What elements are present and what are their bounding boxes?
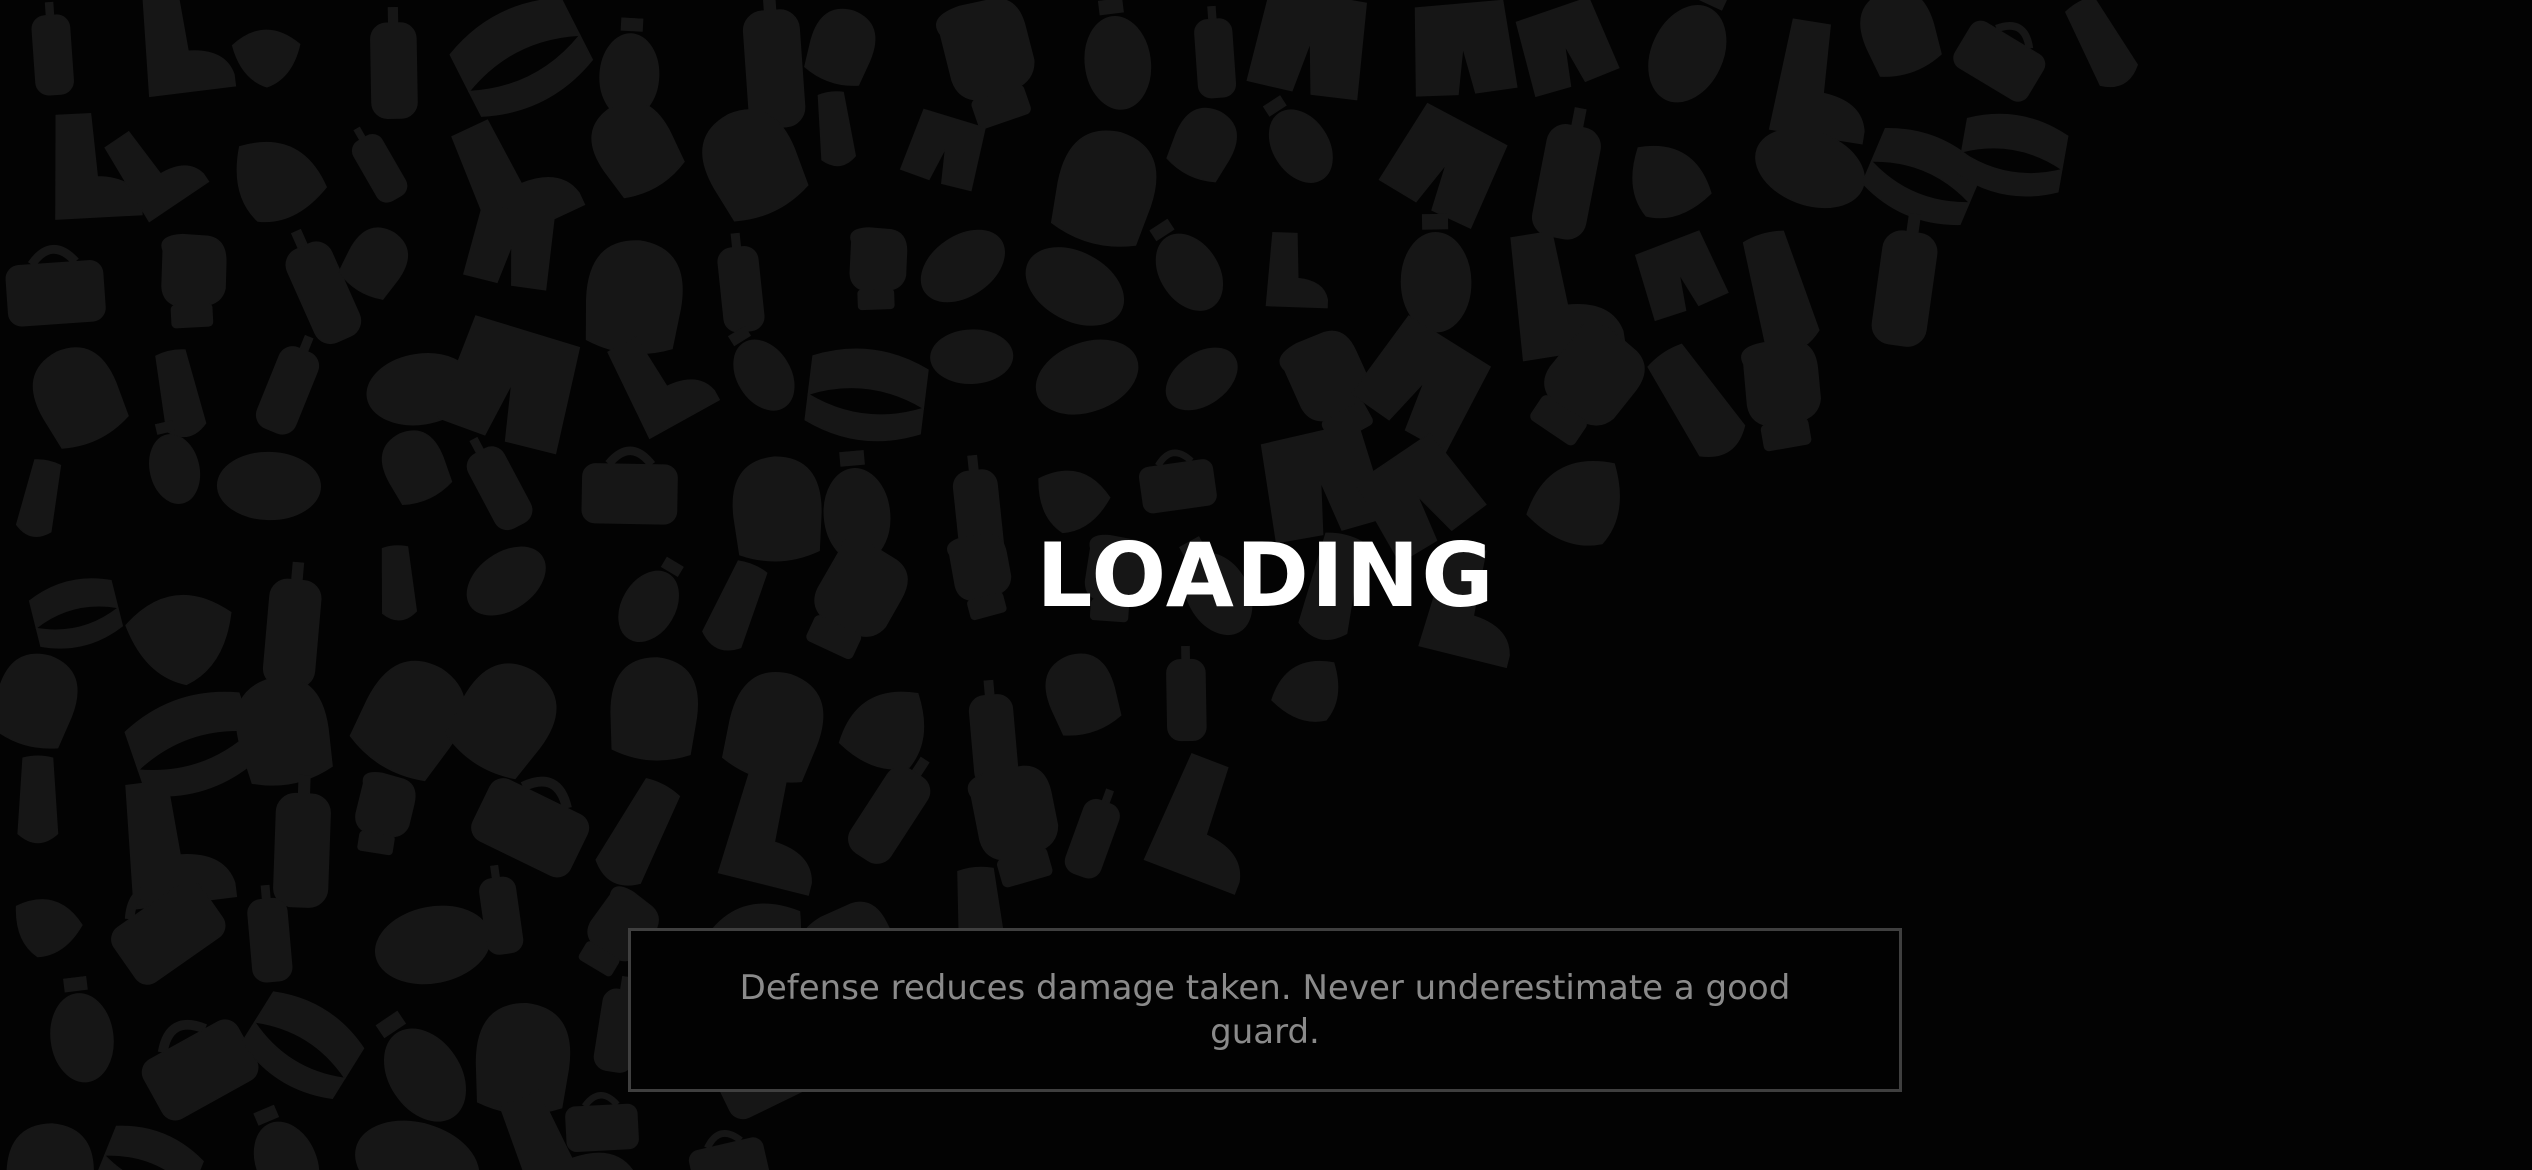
speed-bag-icon (1133, 208, 1237, 324)
headgear-icon (1036, 644, 1127, 743)
tip-box: Defense reduces damage taken. Never unde… (628, 928, 1902, 1092)
speed-bag-icon (1399, 212, 1473, 333)
headgear-icon (0, 643, 88, 757)
speed-bag-icon (1633, 0, 1750, 115)
headgear-icon (19, 333, 136, 458)
punching-bag-icon (1192, 4, 1237, 100)
headgear-icon (607, 654, 702, 764)
shin-guard-icon (813, 89, 857, 169)
championship-belt-icon (344, 1106, 490, 1170)
championship-belt-icon (929, 328, 1015, 386)
gym-bag-icon (685, 1125, 772, 1170)
shin-guard-icon (1735, 226, 1823, 358)
punching-bag-icon (1165, 645, 1207, 742)
hand-wrap-icon (92, 1116, 208, 1170)
headgear-icon (436, 646, 574, 789)
boxing-shoe-icon (136, 0, 237, 98)
shin-guard-icon (17, 755, 59, 844)
fight-shorts-icon (1408, 0, 1518, 99)
championship-belt-icon (1012, 231, 1138, 342)
punching-bag-icon (251, 328, 329, 439)
gym-bag-icon (565, 1093, 639, 1152)
fight-shorts-icon (1349, 311, 1498, 455)
shin-guard-icon (590, 773, 687, 894)
championship-belt-icon (368, 896, 498, 994)
gym-bag-icon (1949, 7, 2055, 106)
mouthguard-icon (213, 127, 336, 242)
headgear-icon (1044, 119, 1168, 256)
punching-bag-icon (714, 230, 766, 334)
punching-bag-icon (1869, 209, 1943, 350)
headgear-icon (1161, 97, 1247, 189)
boxing-shoe-icon (717, 764, 836, 896)
shin-guard-icon (1640, 337, 1752, 467)
fight-shorts-icon (1510, 0, 1621, 99)
boxing-glove-icon (349, 769, 419, 858)
speed-bag-icon (43, 973, 119, 1086)
headgear-icon (4, 1121, 96, 1170)
punching-bag-icon (1528, 102, 1608, 243)
loading-screen: LOADING Defense reduces damage taken. Ne… (0, 0, 2532, 1170)
speed-bag-icon (1077, 0, 1157, 114)
fight-shorts-icon (1630, 228, 1730, 323)
headgear-icon (1849, 0, 1948, 85)
gym-bag-icon (582, 450, 678, 524)
fight-shorts-icon (434, 312, 588, 457)
tip-text: Defense reduces damage taken. Never unde… (739, 968, 1791, 1052)
speed-bag-icon (235, 1096, 332, 1170)
gym-bag-icon (467, 760, 600, 882)
fight-shorts-icon (1246, 0, 1375, 103)
mouthguard-icon (1263, 648, 1358, 740)
fight-shorts-icon (462, 202, 561, 293)
punching-bag-icon (369, 6, 419, 120)
gym-bag-icon (130, 1001, 263, 1125)
punching-bag-icon (29, 0, 75, 97)
hand-wrap-icon (235, 981, 371, 1110)
punching-bag-icon (272, 773, 333, 909)
championship-belt-icon (907, 214, 1019, 317)
shin-guard-icon (2059, 0, 2143, 95)
hand-wrap-icon (802, 342, 931, 448)
headgear-icon (577, 87, 692, 207)
mouthguard-icon (1609, 131, 1722, 240)
boxing-shoe-icon (1265, 231, 1331, 309)
championship-belt-icon (1025, 326, 1149, 428)
boxing-glove-icon (929, 0, 1054, 134)
boxing-shoe-icon (1143, 750, 1277, 895)
championship-belt-icon (216, 450, 322, 522)
loading-title: LOADING (1036, 524, 1496, 627)
punching-bag-icon (1061, 783, 1128, 883)
headgear-icon (227, 668, 339, 793)
championship-belt-icon (1154, 334, 1250, 423)
gym-bag-icon (1137, 448, 1218, 514)
gym-bag-icon (4, 246, 106, 327)
fight-shorts-icon (899, 107, 991, 193)
headgear-icon (715, 660, 835, 792)
speed-bag-icon (1247, 85, 1346, 195)
mouthguard-icon (231, 29, 302, 89)
speed-bag-icon (713, 316, 807, 422)
headgear-icon (799, 0, 885, 93)
punching-bag-icon (341, 119, 412, 207)
hand-wrap-icon (443, 0, 600, 130)
headgear-icon (372, 420, 458, 512)
fight-shorts-icon (1377, 99, 1514, 231)
speed-bag-icon (356, 997, 483, 1137)
mouthguard-icon (4, 891, 87, 967)
boxing-glove-icon (847, 225, 910, 311)
boxing-glove-icon (1736, 333, 1831, 454)
boxing-glove-icon (158, 231, 230, 329)
